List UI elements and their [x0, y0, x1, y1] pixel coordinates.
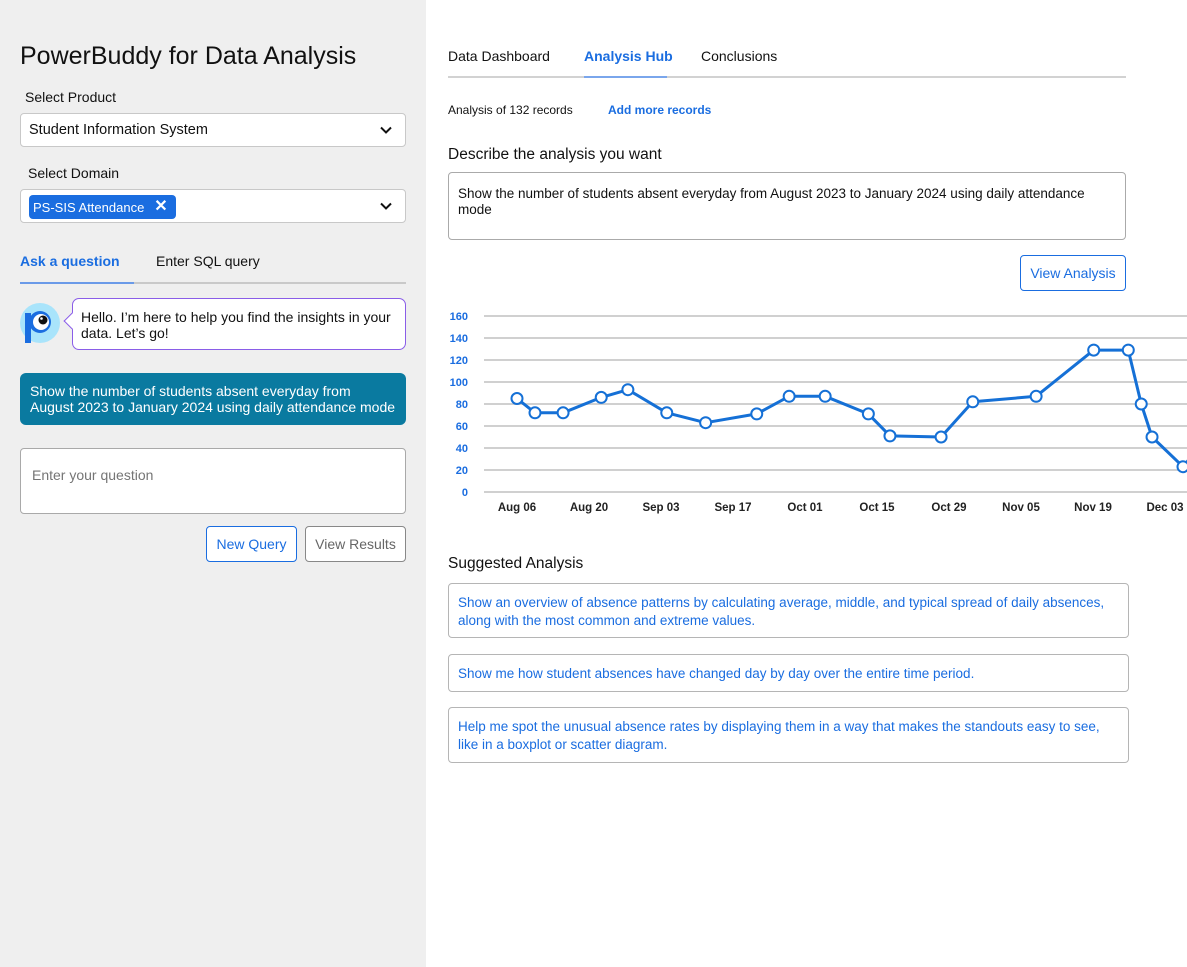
- data-point: [510, 392, 524, 405]
- tab-conclusions[interactable]: Conclusions: [701, 48, 777, 64]
- x-tick-label: Aug 06: [498, 502, 536, 514]
- product-select[interactable]: Student Information System: [20, 113, 406, 147]
- data-point: [528, 406, 542, 420]
- y-tick-label: 80: [456, 399, 468, 411]
- x-tick-label: Nov 19: [1074, 502, 1112, 514]
- view-analysis-button[interactable]: View Analysis: [1020, 255, 1126, 291]
- x-tick-label: Oct 15: [859, 502, 895, 514]
- data-point: [1134, 397, 1148, 411]
- assistant-message-text: Hello. I’m here to help you find the ins…: [81, 309, 391, 341]
- suggested-analysis-label: Suggested Analysis: [448, 555, 584, 572]
- data-point: [699, 416, 713, 430]
- question-input[interactable]: [20, 448, 406, 514]
- select-domain-label: Select Domain: [28, 165, 120, 181]
- data-point: [660, 406, 674, 420]
- y-tick-label: 20: [456, 465, 468, 477]
- domain-chip-label: PS-SIS Attendance: [33, 199, 145, 215]
- y-tick-label: 40: [456, 443, 468, 455]
- suggestion-card[interactable]: Show an overview of absence patterns by …: [448, 583, 1129, 638]
- x-tick-label: Oct 01: [787, 502, 823, 514]
- app-title: PowerBuddy for Data Analysis: [20, 42, 357, 70]
- new-query-button[interactable]: New Query: [206, 526, 297, 562]
- domain-chip: PS-SIS Attendance ✕: [29, 195, 176, 219]
- data-point: [934, 430, 948, 444]
- data-point: [966, 395, 980, 409]
- assistant-message: Hello. I’m here to help you find the ins…: [63, 298, 406, 350]
- data-point: [1029, 389, 1043, 403]
- chart-svg: 0 20 40 60 80 100 120 140 160 Aug 06 Aug 20 Sep 03 S…: [450, 311, 1187, 514]
- query-mode-tabs: Ask a question Enter SQL query: [20, 246, 406, 284]
- x-tick-label: Nov 05: [1002, 502, 1040, 514]
- y-tick-label: 100: [450, 377, 468, 389]
- data-point: [861, 407, 875, 421]
- x-tick-label: Sep 17: [714, 502, 751, 514]
- data-point: [750, 407, 764, 421]
- describe-analysis-input[interactable]: Show the number of students absent every…: [448, 172, 1126, 240]
- suggestion-card[interactable]: Show me how student absences have change…: [448, 654, 1129, 692]
- x-tick-label: Aug 20: [570, 502, 608, 514]
- data-point: [1121, 343, 1135, 357]
- main-tabs: Data Dashboard Analysis Hub Conclusions: [448, 40, 1126, 78]
- add-more-records-link[interactable]: Add more records: [608, 103, 711, 117]
- powerbuddy-avatar-icon: [20, 303, 60, 343]
- x-tick-label: Dec 03: [1146, 502, 1183, 514]
- chevron-down-icon: [380, 202, 392, 210]
- data-point: [556, 406, 570, 420]
- data-point: [1176, 460, 1187, 474]
- data-point: [818, 389, 832, 403]
- absence-line-chart: 0 20 40 60 80 100 120 140 160 Aug 06 Aug 20 Sep 03 S…: [440, 300, 1187, 530]
- y-tick-label: 120: [450, 355, 468, 367]
- tab-analysis-hub[interactable]: Analysis Hub: [584, 48, 673, 64]
- x-tick-label: Sep 03: [642, 502, 679, 514]
- records-count: Analysis of 132 records: [448, 103, 573, 117]
- describe-analysis-label: Describe the analysis you want: [448, 146, 662, 163]
- data-point: [594, 390, 608, 404]
- active-tab-indicator: [584, 76, 667, 78]
- data-point: [621, 383, 635, 397]
- x-tick-label: Oct 29: [931, 502, 966, 514]
- select-product-label: Select Product: [25, 89, 117, 105]
- tab-enter-sql[interactable]: Enter SQL query: [156, 253, 260, 269]
- tab-data-dashboard[interactable]: Data Dashboard: [448, 48, 550, 64]
- remove-chip-icon[interactable]: ✕: [154, 199, 167, 215]
- data-point: [1145, 430, 1159, 444]
- data-point: [782, 389, 796, 403]
- y-tick-label: 60: [456, 421, 468, 433]
- product-select-value: Student Information System: [29, 122, 208, 138]
- data-point: [1087, 343, 1101, 357]
- bubble-tail: [63, 312, 81, 330]
- tab-ask-question[interactable]: Ask a question: [20, 253, 120, 269]
- data-point: [883, 429, 897, 443]
- sidebar: PowerBuddy for Data Analysis Select Prod…: [0, 0, 426, 967]
- domain-select[interactable]: PS-SIS Attendance ✕: [20, 189, 406, 223]
- y-tick-label: 0: [462, 487, 468, 499]
- suggestion-card[interactable]: Help me spot the unusual absence rates b…: [448, 707, 1129, 763]
- user-message: Show the number of students absent every…: [20, 373, 406, 425]
- y-tick-label: 160: [450, 311, 468, 323]
- series-line: [516, 348, 1187, 469]
- chevron-down-icon: [380, 126, 392, 134]
- view-results-button[interactable]: View Results: [305, 526, 406, 562]
- active-tab-indicator: [20, 282, 134, 284]
- y-tick-label: 140: [450, 333, 468, 345]
